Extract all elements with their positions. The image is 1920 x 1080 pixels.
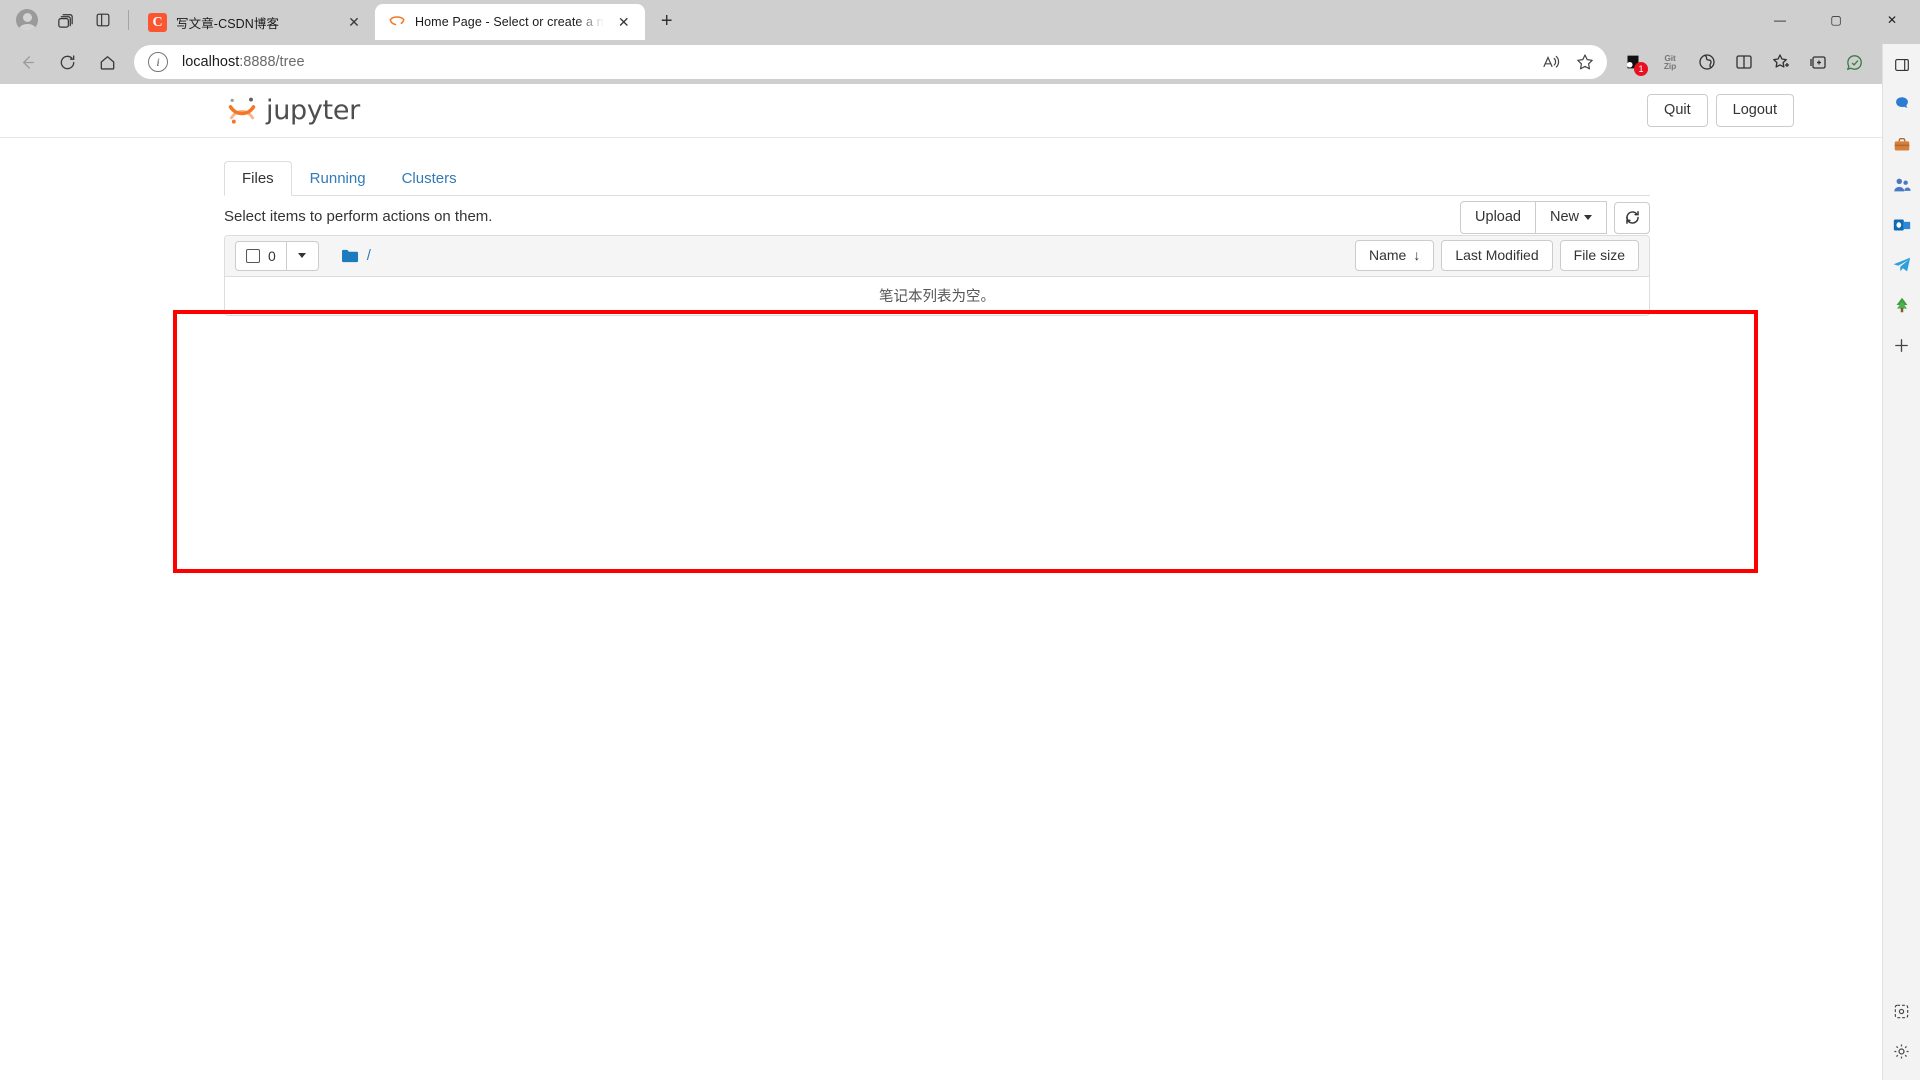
collections-icon[interactable]: [1800, 45, 1836, 79]
notebook-list-body: 笔记本列表为空。: [225, 276, 1649, 315]
shopping-icon[interactable]: [1887, 130, 1917, 160]
csdn-favicon: C: [148, 12, 167, 32]
page-viewport: jupyter Quit Logout Files Running Cluste…: [0, 84, 1920, 1080]
sort-file-size-button[interactable]: File size: [1559, 240, 1639, 271]
tab-actions-icon[interactable]: [84, 3, 122, 37]
tab-title: Home Page - Select or create a n: [415, 15, 604, 29]
upload-button[interactable]: Upload: [1460, 201, 1536, 235]
browser-window: C 写文章-CSDN博客 ✕ Home Page - Select or cre…: [0, 0, 1920, 1080]
tree-icon[interactable]: [1887, 290, 1917, 320]
refresh-icon[interactable]: [48, 45, 86, 79]
gitzip-line2: Zip: [1663, 61, 1677, 71]
telegram-icon[interactable]: [1887, 250, 1917, 280]
sort-name-label: Name: [1369, 247, 1407, 264]
refresh-notebook-list-button[interactable]: [1614, 201, 1650, 234]
new-button[interactable]: New: [1534, 201, 1607, 235]
url-text: localhost:8888/tree: [182, 54, 1535, 70]
close-icon[interactable]: ✕: [343, 11, 365, 33]
add-sidebar-icon[interactable]: [1887, 330, 1917, 360]
url-host: localhost: [182, 54, 240, 70]
jupyter-header: jupyter Quit Logout: [0, 84, 1882, 138]
chevron-down-icon: [1584, 214, 1592, 220]
select-items-note: Select items to perform actions on them.: [224, 208, 493, 225]
sort-name-button[interactable]: Name ↓: [1355, 240, 1435, 271]
extension-dark-icon[interactable]: 1: [1615, 45, 1651, 79]
split-screen-icon[interactable]: [1726, 45, 1762, 79]
gitzip-icon[interactable]: Git Zip: [1652, 45, 1688, 79]
close-icon[interactable]: ✕: [613, 11, 635, 33]
selected-count: 0: [268, 247, 276, 264]
site-info-icon[interactable]: i: [148, 52, 168, 72]
empty-list-message: 笔记本列表为空。: [879, 289, 995, 305]
select-all-group: 0: [235, 240, 319, 271]
copilot-icon[interactable]: [1837, 45, 1873, 79]
browser-toolbar-icons: 1 Git Zip: [1615, 45, 1910, 79]
address-bar-actions: [1535, 47, 1601, 77]
folder-icon: [341, 249, 358, 262]
tab-strip: C 写文章-CSDN博客 ✕ Home Page - Select or cre…: [0, 0, 1920, 40]
red-highlight-annotation: [173, 310, 1758, 573]
breadcrumb: /: [341, 247, 371, 264]
read-aloud-icon[interactable]: [1535, 47, 1567, 77]
star-icon[interactable]: [1569, 47, 1601, 77]
notebook-list-header: 0 / Name ↓ Last Modified File size: [225, 235, 1649, 277]
maximize-button[interactable]: ▢: [1808, 0, 1864, 40]
customize-sidebar-icon[interactable]: [1887, 996, 1917, 1026]
select-dropdown-button[interactable]: [286, 240, 319, 271]
chevron-down-icon: [298, 253, 307, 258]
tab-files[interactable]: Files: [224, 161, 292, 196]
jupyter-home-page: jupyter Quit Logout Files Running Cluste…: [0, 84, 1882, 1080]
sort-down-arrow-icon: ↓: [1413, 247, 1421, 264]
url-path: :8888/tree: [239, 54, 305, 70]
new-tab-button[interactable]: +: [651, 5, 683, 37]
edge-sidebar: [1882, 44, 1920, 1080]
new-button-label: New: [1549, 209, 1579, 225]
jupyter-favicon: [389, 16, 405, 26]
browser-tab-csdn[interactable]: C 写文章-CSDN博客 ✕: [135, 4, 375, 40]
logout-button[interactable]: Logout: [1715, 93, 1794, 128]
browser-essentials-icon[interactable]: [1689, 45, 1725, 79]
jupyter-header-actions: Quit Logout: [1647, 93, 1794, 128]
jupyter-logo-icon: [228, 97, 256, 124]
tab-clusters[interactable]: Clusters: [384, 161, 475, 196]
checkbox-icon: [246, 248, 260, 263]
notebook-list-panel: 0 / Name ↓ Last Modified File size 笔记本列表…: [224, 234, 1650, 316]
select-all-checkbox[interactable]: 0: [235, 240, 287, 271]
quit-button[interactable]: Quit: [1647, 93, 1708, 128]
breadcrumb-root[interactable]: /: [367, 247, 371, 264]
tab-running[interactable]: Running: [292, 161, 384, 196]
browser-tab-jupyter[interactable]: Home Page - Select or create a n ✕: [375, 4, 645, 40]
close-window-button[interactable]: ✕: [1864, 0, 1920, 40]
tab-title: 写文章-CSDN博客: [176, 16, 280, 31]
copilot-sidebar-icon[interactable]: [1887, 90, 1917, 120]
window-controls: — ▢ ✕: [1752, 0, 1920, 40]
workspaces-icon[interactable]: [46, 3, 84, 37]
outlook-icon[interactable]: [1887, 210, 1917, 240]
tab-divider: [128, 10, 129, 30]
avatar: [16, 9, 38, 31]
sort-last-modified-button[interactable]: Last Modified: [1441, 240, 1553, 271]
favorites-icon[interactable]: [1763, 45, 1799, 79]
jupyter-logo[interactable]: jupyter: [224, 93, 360, 129]
profile-avatar-icon[interactable]: [8, 3, 46, 37]
minimize-button[interactable]: —: [1752, 0, 1808, 40]
notebook-list-toolbar: Upload New: [1460, 201, 1650, 235]
navigation-bar: i localhost:8888/tree 1 Git Zip: [0, 40, 1920, 84]
home-icon[interactable]: [88, 45, 126, 79]
sort-buttons-group: Name ↓ Last Modified File size: [1348, 240, 1639, 271]
sidebar-settings-icon[interactable]: [1887, 1036, 1917, 1066]
back-arrow-icon[interactable]: [8, 45, 46, 79]
extension-badge: 1: [1634, 62, 1648, 76]
search-sidebar-icon[interactable]: [1887, 170, 1917, 200]
jupyter-tab-bar: Files Running Clusters: [224, 161, 1650, 196]
notebook-list-wrapper: Select items to perform actions on them.…: [224, 196, 1650, 316]
address-bar[interactable]: i localhost:8888/tree: [134, 45, 1607, 79]
sidebar-expand-icon[interactable]: [1887, 50, 1917, 80]
jupyter-logo-text: jupyter: [266, 95, 360, 126]
